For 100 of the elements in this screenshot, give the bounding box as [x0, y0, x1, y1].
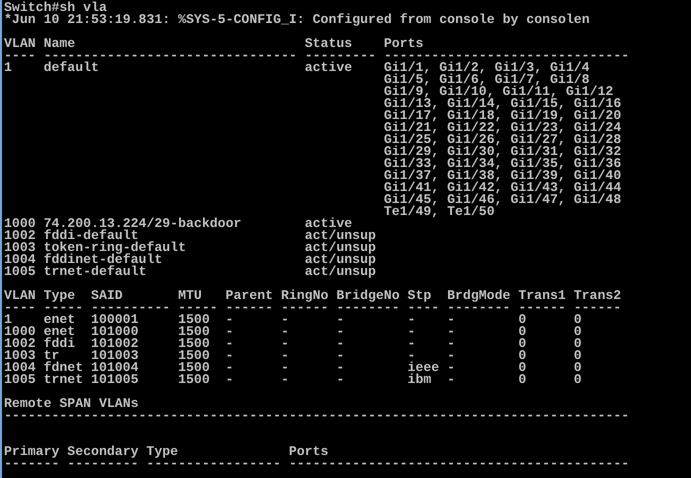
- port-list-line: Gi1/25, Gi1/26, Gi1/27, Gi1/28: [384, 134, 622, 146]
- header-rule: ---------: [304, 50, 376, 62]
- port-list-line: Gi1/1, Gi1/2, Gi1/3, Gi1/4: [384, 62, 590, 74]
- table-cell: -: [336, 314, 344, 326]
- header-rule: -------------------------------------------: [288, 458, 630, 470]
- table-cell: 0: [574, 362, 582, 374]
- table-cell: 1002: [4, 338, 36, 350]
- table-cell: 1004: [4, 254, 36, 266]
- table-cell: 1500: [178, 314, 210, 326]
- table-cell: fddi-default: [44, 230, 139, 242]
- table-cell: -: [336, 374, 344, 386]
- table-cell: -: [408, 338, 416, 350]
- port-list-line: Gi1/37, Gi1/38, Gi1/39, Gi1/40: [384, 170, 622, 182]
- table-cell: trnet-default: [44, 266, 146, 278]
- column-header: Trans2: [574, 290, 622, 302]
- header-rule: --------------------------------: [44, 50, 297, 62]
- table-cell: -: [226, 362, 234, 374]
- table-cell: -: [280, 350, 289, 362]
- table-cell: 0: [518, 374, 526, 386]
- table-cell: 1500: [178, 362, 210, 374]
- table-cell: 101005: [91, 374, 139, 386]
- header-rule: --------: [336, 302, 400, 314]
- table-cell: act/unsup: [304, 254, 376, 266]
- table-cell-text: 1: [4, 62, 12, 77]
- table-cell: 1000: [4, 218, 36, 230]
- table-cell: ibm: [408, 374, 432, 386]
- header-rule: -------------------------------------------------------------------------------: [4, 410, 630, 422]
- header-rule: ------: [518, 302, 566, 314]
- table-cell: 0: [518, 326, 526, 338]
- header-rule: ----: [4, 302, 36, 314]
- table-cell: tr: [44, 350, 60, 362]
- column-header: Trans1: [518, 290, 566, 302]
- table-cell-text: active: [304, 62, 352, 77]
- column-header: Parent: [226, 290, 274, 302]
- table-cell: -: [226, 350, 234, 362]
- table-cell: 0: [574, 338, 582, 350]
- header-rule: -----------------: [146, 458, 281, 470]
- table-cell: -: [280, 374, 289, 386]
- table-cell: -: [280, 362, 289, 374]
- table-cell: -: [336, 350, 344, 362]
- table-cell: -: [336, 362, 344, 374]
- table-cell: fddi: [44, 338, 76, 350]
- column-header: Name: [44, 38, 76, 50]
- header-rule: ---------: [67, 458, 139, 470]
- column-header: Type: [146, 446, 178, 458]
- column-header: Primary: [4, 446, 60, 458]
- port-list-line: Gi1/41, Gi1/42, Gi1/43, Gi1/44: [384, 182, 622, 194]
- port-list-line: Gi1/5, Gi1/6, Gi1/7, Gi1/8: [384, 74, 590, 86]
- table-cell: 0: [574, 326, 582, 338]
- table-cell: enet: [44, 314, 76, 326]
- table-cell: -: [336, 338, 344, 350]
- header-rule: ------: [226, 302, 274, 314]
- table-cell: 1003: [4, 242, 36, 254]
- header-rule: ------: [574, 302, 622, 314]
- table-cell: -: [447, 362, 456, 374]
- column-header: BrdgMode: [447, 290, 510, 302]
- table-cell: -: [447, 374, 456, 386]
- table-cell: 1005: [4, 266, 36, 278]
- table-cell: 1003: [4, 350, 36, 362]
- column-header: SAID: [91, 290, 123, 302]
- table-cell: 1500: [178, 338, 210, 350]
- port-list-line: Te1/49, Te1/50: [384, 206, 495, 218]
- header-rule: ------: [280, 302, 328, 314]
- table-cell: -: [280, 338, 289, 350]
- table-cell: -: [226, 374, 234, 386]
- header-rule: ----------: [91, 302, 170, 314]
- column-header: Type: [44, 290, 76, 302]
- port-list-line: Gi1/9, Gi1/10, Gi1/11, Gi1/12: [384, 86, 614, 98]
- table-cell: 101002: [91, 338, 139, 350]
- table-cell: active: [304, 218, 352, 230]
- header-rule: -------: [4, 458, 60, 470]
- table-cell: 1500: [178, 350, 210, 362]
- table-cell: 0: [518, 338, 526, 350]
- table-cell: act/unsup: [304, 242, 376, 254]
- table-cell: -: [447, 350, 456, 362]
- port-list-line: Gi1/29, Gi1/30, Gi1/31, Gi1/32: [384, 146, 622, 158]
- table-cell: -: [447, 338, 456, 350]
- table-cell: 101003: [91, 350, 139, 362]
- column-header: Ports: [288, 446, 328, 458]
- table-cell: -: [447, 326, 456, 338]
- table-cell: -: [408, 326, 416, 338]
- table-cell: 0: [574, 314, 582, 326]
- table-cell: 0: [518, 350, 526, 362]
- column-header: RingNo: [280, 290, 328, 302]
- table-cell: 1500: [178, 326, 210, 338]
- table-cell: -: [280, 314, 289, 326]
- port-list-line: Gi1/13, Gi1/14, Gi1/15, Gi1/16: [384, 98, 622, 110]
- port-list-line: Gi1/21, Gi1/22, Gi1/23, Gi1/24: [384, 122, 622, 134]
- table-cell: -: [226, 314, 234, 326]
- table-cell: 1000: [4, 326, 36, 338]
- table-cell-text: default: [44, 62, 99, 77]
- column-header: VLAN: [4, 38, 36, 50]
- table-cell: 1: [4, 314, 12, 326]
- table-cell: act/unsup: [304, 266, 376, 278]
- table-cell: -: [447, 314, 456, 326]
- table-cell: 0: [518, 314, 526, 326]
- table-cell: 1004: [4, 362, 36, 374]
- table-cell: 1500: [178, 374, 210, 386]
- table-cell: fdnet: [44, 362, 84, 374]
- header-rule: --------: [447, 302, 510, 314]
